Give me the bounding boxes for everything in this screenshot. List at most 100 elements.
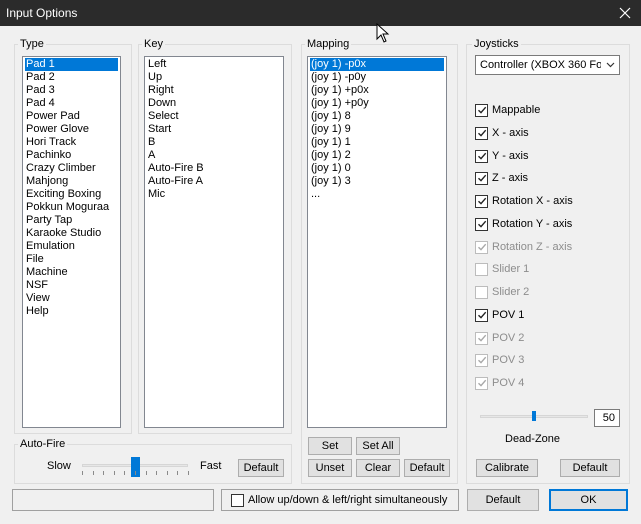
slider-tick [188,471,189,475]
checkmark-icon [475,353,488,367]
key-list-item[interactable]: Right [147,84,281,97]
type-list-item[interactable]: Power Glove [25,123,118,136]
dead-zone-label: Dead-Zone [505,433,561,445]
mapping-list-item[interactable]: (joy 1) 9 [310,123,444,136]
joysticks-group-label: Joysticks [472,38,521,50]
key-list-item[interactable]: Mic [147,188,281,201]
unset-button[interactable]: Unset [308,459,352,477]
key-list-item[interactable]: A [147,149,281,162]
calibrate-button[interactable]: Calibrate [476,459,538,477]
checkbox-y-axis[interactable]: Y - axis [475,148,528,164]
type-list-item[interactable]: Hori Track [25,136,118,149]
type-list-item[interactable]: Pachinko [25,149,118,162]
allow-simultaneous-label: Allow up/down & left/right simultaneousl… [248,494,448,506]
mapping-listbox[interactable]: (joy 1) -p0x (joy 1) -p0y (joy 1) +p0x (joy… [307,56,447,428]
type-list-item[interactable]: View [25,292,118,305]
close-icon [619,7,631,19]
checkmark-icon [475,331,488,345]
mapping-list-item[interactable]: (joy 1) 2 [310,149,444,162]
type-list-item[interactable]: Mahjong [25,175,118,188]
mapping-list-item[interactable]: (joy 1) 1 [310,136,444,149]
type-list-item[interactable]: Emulation [25,240,118,253]
checkbox-z-axis[interactable]: Z - axis [475,170,528,186]
mapping-list-item[interactable]: (joy 1) 3 [310,175,444,188]
checkbox-label: Rotation X - axis [492,195,573,207]
mapping-default-button[interactable]: Default [404,459,450,477]
type-list-item[interactable]: Pad 4 [25,97,118,110]
key-list-item[interactable]: Left [147,58,281,71]
checkbox-label: X - axis [492,127,529,139]
type-listbox[interactable]: Pad 1 Pad 2 Pad 3 Pad 4 Power Pad Power Glove… [22,56,121,428]
checkbox-pov-1[interactable]: POV 1 [475,307,524,323]
type-list-item[interactable]: Pad 3 [25,84,118,97]
type-list-item[interactable]: Help [25,305,118,318]
checkbox-label: Rotation Z - axis [492,241,573,253]
window-title: Input Options [6,6,78,20]
type-list-item[interactable]: Power Pad [25,110,118,123]
slider-tick [146,471,147,475]
chevron-down-icon [601,62,619,68]
mapping-list-item[interactable]: (joy 1) +p0x [310,84,444,97]
key-list-item[interactable]: Auto-Fire A [147,175,281,188]
ok-button[interactable]: OK [549,489,628,511]
type-list-item[interactable]: Karaoke Studio [25,227,118,240]
key-list-item[interactable]: Start [147,123,281,136]
checkbox-pov-2: POV 2 [475,330,524,346]
key-list-item[interactable]: Down [147,97,281,110]
type-list-item[interactable]: Pad 2 [25,71,118,84]
checkbox-icon [475,285,488,299]
fast-label: Fast [200,460,222,472]
clear-button[interactable]: Clear [356,459,400,477]
type-list-item[interactable]: Pokkun Moguraa [25,201,118,214]
checkmark-icon [475,149,488,163]
type-list-item[interactable]: NSF [25,279,118,292]
mapping-list-item[interactable]: (joy 1) -p0x [310,58,444,71]
slider-tick [82,471,83,475]
type-list-item[interactable]: Pad 1 [25,58,118,71]
allow-simultaneous-checkbox[interactable]: Allow up/down & left/right simultaneousl… [231,492,447,508]
checkbox-pov-3: POV 3 [475,352,524,368]
checkbox-pov-4: POV 4 [475,375,524,391]
checkbox-rotation-z-axis: Rotation Z - axis [475,239,572,255]
mapping-list-item[interactable]: (joy 1) 0 [310,162,444,175]
type-list-item[interactable]: File [25,253,118,266]
mapping-list-item[interactable]: (joy 1) -p0y [310,71,444,84]
autofire-default-button[interactable]: Default [238,459,284,477]
dead-zone-value[interactable]: 50 [594,409,620,427]
type-list-item[interactable]: Crazy Climber [25,162,118,175]
mapping-list-item[interactable]: (joy 1) 8 [310,110,444,123]
checkbox-label: Slider 1 [492,263,530,275]
key-list-item[interactable]: B [147,136,281,149]
checkbox-slider-2: Slider 2 [475,284,529,300]
slider-tick [177,471,178,475]
checkbox-label: Slider 2 [492,286,530,298]
checkbox-mappable[interactable]: Mappable [475,102,540,118]
joystick-device-select[interactable]: Controller (XBOX 360 For [475,55,620,75]
slider-tick [156,471,157,475]
dead-zone-slider-thumb[interactable] [532,411,536,421]
checkbox-x-axis[interactable]: X - axis [475,125,529,141]
type-list-item[interactable]: Exciting Boxing [25,188,118,201]
mapping-list-item[interactable]: ... [310,188,444,201]
key-listbox[interactable]: Left Up Right Down Select Start B A Auto-Fire BA… [144,56,284,428]
key-list-item[interactable]: Up [147,71,281,84]
footer-default-button[interactable]: Default [467,489,539,511]
joystick-default-button[interactable]: Default [560,459,620,477]
checkbox-rotation-y-axis[interactable]: Rotation Y - axis [475,216,572,232]
type-list-item[interactable]: Machine [25,266,118,279]
checkmark-icon [475,103,488,117]
checkmark-icon [475,376,488,390]
key-group-label: Key [142,38,165,50]
checkbox-label: POV 3 [492,354,525,366]
mapping-list-item[interactable]: (joy 1) +p0y [310,97,444,110]
type-list-item[interactable]: Party Tap [25,214,118,227]
set-all-button[interactable]: Set All [356,437,400,455]
set-button[interactable]: Set [308,437,352,455]
slider-tick [167,471,168,475]
key-list-item[interactable]: Select [147,110,281,123]
checkmark-icon [475,126,488,140]
slow-label: Slow [47,460,71,472]
key-list-item[interactable]: Auto-Fire B [147,162,281,175]
close-button[interactable] [609,0,641,26]
checkbox-rotation-x-axis[interactable]: Rotation X - axis [475,193,573,209]
